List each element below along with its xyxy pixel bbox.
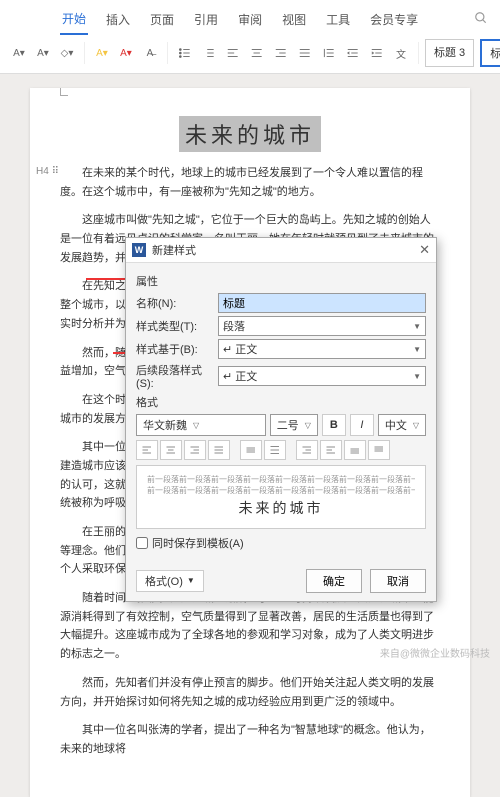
align-justify[interactable] [294, 42, 316, 64]
ribbon-tabs: 开始 插入 页面 引用 审阅 视图 工具 会员专享 [0, 0, 500, 35]
line-spacing[interactable] [318, 42, 340, 64]
indent-inc-btn[interactable] [296, 440, 318, 460]
new-style-dialog: W 新建样式 ✕ 属性 名称(N): 样式类型(T): 段落▼ 样式基于(B):… [125, 237, 437, 602]
tab-references[interactable]: 引用 [192, 7, 220, 34]
text-tools[interactable]: 文 [390, 42, 412, 64]
tab-home[interactable]: 开始 [60, 6, 88, 35]
format-dropdown[interactable]: 格式(O)▼ [136, 570, 204, 592]
font-dropdown[interactable]: A▾ [8, 42, 30, 64]
type-select[interactable]: 段落▼ [218, 316, 426, 336]
style-preview: 前一段落前一段落前一段落前一段落前一段落前一段落前一段落前一段落前一段落 前一段… [136, 465, 426, 529]
highlight-dropdown[interactable]: A▾ [91, 42, 113, 64]
name-input[interactable] [218, 293, 426, 313]
doc-title[interactable]: 未来的城市 [179, 116, 321, 152]
align-left[interactable] [222, 42, 244, 64]
dialog-title: 新建样式 [152, 242, 196, 258]
follow-select[interactable]: ↵ 正文▼ [218, 366, 426, 386]
align-left-btn[interactable] [136, 440, 158, 460]
spacing-tight-btn[interactable] [240, 440, 262, 460]
name-label: 名称(N): [136, 295, 218, 311]
indent-increase[interactable] [366, 42, 388, 64]
font-size-dropdown[interactable]: A▾ [32, 42, 54, 64]
align-center-btn[interactable] [160, 440, 182, 460]
clear-format[interactable]: A̶ [139, 42, 161, 64]
indent-decrease[interactable] [342, 42, 364, 64]
close-icon[interactable]: ✕ [419, 242, 430, 258]
style-heading4[interactable]: 标题 4 [480, 39, 500, 67]
toolbar: A▾ A▾ ◇▾ A▾ A▾ A̶ 文 标题 3 标题 4 标题 5 [0, 35, 500, 74]
section-properties: 属性 [136, 273, 426, 289]
space-after-btn[interactable] [368, 440, 390, 460]
align-right-btn[interactable] [184, 440, 206, 460]
italic-button[interactable]: I [350, 414, 374, 436]
bullet-list[interactable] [174, 42, 196, 64]
heading-level-label: H4 ⠿ [36, 166, 59, 177]
based-select[interactable]: ↵ 正文▼ [218, 339, 426, 359]
lang-select[interactable]: 中文▽ [378, 414, 426, 436]
number-list[interactable] [198, 42, 220, 64]
font-select[interactable]: 华文新魏▽ [136, 414, 266, 436]
type-label: 样式类型(T): [136, 318, 218, 334]
style-gallery: 标题 3 标题 4 标题 5 [425, 39, 500, 67]
space-before-btn[interactable] [344, 440, 366, 460]
align-center[interactable] [246, 42, 268, 64]
section-format: 格式 [136, 394, 426, 410]
based-label: 样式基于(B): [136, 341, 218, 357]
save-template-checkbox[interactable]: 同时保存到模板(A) [136, 535, 426, 551]
tab-review[interactable]: 审阅 [236, 7, 264, 34]
tab-insert[interactable]: 插入 [104, 7, 132, 34]
search-icon[interactable] [472, 7, 490, 34]
indent-dec-btn[interactable] [320, 440, 342, 460]
style-heading3[interactable]: 标题 3 [425, 39, 474, 67]
cancel-button[interactable]: 取消 [370, 569, 426, 593]
paragraph[interactable]: 然而，先知者们并没有停止预言的脚步。他们开始关注起人类文明的发展方向，并开始探讨… [60, 674, 440, 711]
ruler-mark [60, 88, 68, 96]
bold-button[interactable]: B [322, 414, 346, 436]
text-effect-dropdown[interactable]: ◇▾ [56, 42, 78, 64]
tab-tools[interactable]: 工具 [324, 7, 352, 34]
ok-button[interactable]: 确定 [306, 569, 362, 593]
paragraph[interactable]: 其中一位名叫张涛的学者，提出了一种名为"智慧地球"的概念。他认为，未来的地球将 [60, 721, 440, 758]
dialog-titlebar: W 新建样式 ✕ [126, 238, 436, 263]
save-template-input[interactable] [136, 537, 148, 549]
tab-view[interactable]: 视图 [280, 7, 308, 34]
tab-page[interactable]: 页面 [148, 7, 176, 34]
tab-member[interactable]: 会员专享 [368, 7, 420, 34]
follow-label: 后续段落样式(S): [136, 362, 218, 390]
watermark: 来自@微微企业数码科技 [380, 645, 490, 660]
align-right[interactable] [270, 42, 292, 64]
size-select[interactable]: 二号▽ [270, 414, 318, 436]
spacing-loose-btn[interactable] [264, 440, 286, 460]
paragraph[interactable]: 在未来的某个时代，地球上的城市已经发展到了一个令人难以置信的程度。在这个城市中，… [60, 164, 440, 201]
align-justify-btn[interactable] [208, 440, 230, 460]
font-color-dropdown[interactable]: A▾ [115, 42, 137, 64]
word-icon: W [132, 243, 146, 257]
